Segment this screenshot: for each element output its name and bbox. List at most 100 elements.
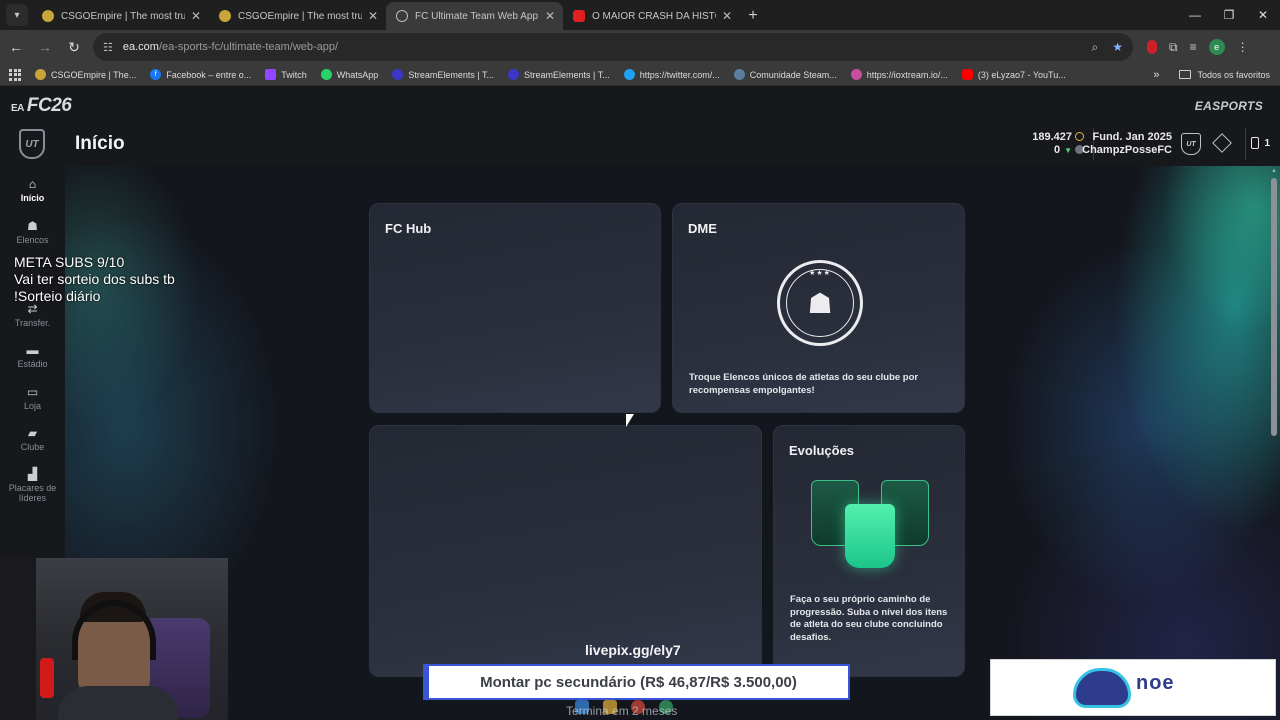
bookmark-streamelements-2[interactable]: StreamElements | T... xyxy=(508,69,610,80)
overlay-line: Vai ter sorteio dos subs tb xyxy=(14,271,175,287)
address-bar[interactable]: ☷ ea.com /ea-sports-fc/ultimate-team/web… xyxy=(93,33,1133,61)
tab-search-button[interactable]: ▾ xyxy=(6,4,28,26)
club-info[interactable]: Fund. Jan 2025 ChampzPosseFC xyxy=(1082,131,1172,157)
extensions-puzzle-icon[interactable]: ⧉ xyxy=(1169,40,1178,55)
sidebar-item-transfer[interactable]: ⇄ Transfer. xyxy=(0,303,65,328)
sidebar-item-label: Estádio xyxy=(17,359,48,369)
minimize-icon[interactable]: — xyxy=(1178,0,1212,30)
tab-youtube[interactable]: O MAIOR CRASH DA HISTÓRIA ✕ xyxy=(563,2,740,30)
sidebar-item-label: Elencos xyxy=(16,235,49,245)
youtube-favicon-icon xyxy=(573,10,585,22)
zoom-icon[interactable]: ⌕ xyxy=(1092,40,1099,55)
new-tab-button[interactable]: + xyxy=(740,3,766,29)
subs-goal-overlay: META SUBS 9/10 Vai ter sorteio dos subs … xyxy=(14,254,175,305)
close-tab-icon[interactable]: ✕ xyxy=(368,9,378,23)
more-bookmarks-icon[interactable]: » xyxy=(1153,69,1159,81)
ut-badge-icon[interactable]: UT xyxy=(19,129,45,159)
bookmark-twitch[interactable]: Twitch xyxy=(265,69,307,80)
all-bookmarks-folder[interactable]: Todos os favoritos xyxy=(1179,70,1270,80)
screen: ▾ CSGOEmpire | The most trusted ✕ CSGOEm… xyxy=(0,0,1280,720)
bookmark-whatsapp[interactable]: WhatsApp xyxy=(320,69,378,80)
steam-icon xyxy=(733,69,745,80)
media-control-icon[interactable]: ≡ xyxy=(1190,40,1197,54)
page-scrollbar[interactable]: ▲ xyxy=(1270,168,1278,720)
sponsor-banner: noe xyxy=(990,659,1276,716)
close-tab-icon[interactable]: ✕ xyxy=(545,9,555,23)
overlay-line: META SUBS 9/10 xyxy=(14,254,125,270)
microphone-icon xyxy=(40,658,54,698)
points-value: 0 xyxy=(1053,144,1061,156)
club-badge-icon[interactable]: UT xyxy=(1181,133,1201,155)
close-tab-icon[interactable]: ✕ xyxy=(191,9,201,23)
overlay-line: !Sorteio diário xyxy=(14,288,101,304)
twitch-icon xyxy=(265,69,277,80)
desc-line: desafios. xyxy=(790,631,832,643)
streamer-webcam xyxy=(0,558,228,720)
mouse-cursor-icon xyxy=(626,414,634,427)
sidebar-item-estadio[interactable]: ▬ Estádio xyxy=(0,344,65,369)
sidebar-item-clube[interactable]: ▰ Clube xyxy=(0,427,65,452)
extension-icon[interactable] xyxy=(1147,40,1157,54)
sidebar-item-label: Clube xyxy=(20,442,45,452)
browser-menu-icon[interactable]: ⋮ xyxy=(1237,40,1249,54)
bookmark-youtube[interactable]: (3) eLyzao7 - YouTu... xyxy=(961,69,1066,80)
home-content: FC Hub DME ★★★ ☗ Troque Elencos únicos d… xyxy=(65,166,1280,720)
sidebar-item-label: Loja xyxy=(23,401,41,411)
emblem-stars: ★★★ xyxy=(809,270,831,277)
bookmark-steam[interactable]: Comunidade Steam... xyxy=(733,69,837,80)
dme-emblem-icon: ★★★ ☗ xyxy=(777,260,863,346)
forward-button[interactable]: → xyxy=(32,34,58,60)
bookmark-streamelements-1[interactable]: StreamElements | T... xyxy=(392,69,494,80)
evolutions-art-icon xyxy=(811,480,929,576)
sidebar-item-leaderboards[interactable]: ▟ Placares de líderes xyxy=(0,468,65,503)
app-header: EA FC26 EASPORTS UT Início 189.427 0 ▼ Fun… xyxy=(0,86,1280,166)
bookmark-label: Twitch xyxy=(281,69,307,80)
bookmark-ioxtream[interactable]: https://ioxtream.io/... xyxy=(850,69,948,80)
card-description: Troque Elencos únicos de atletas do seu … xyxy=(689,372,918,397)
livepix-link: livepix.gg/ely7 xyxy=(585,642,681,658)
rewards-diamond-icon[interactable] xyxy=(1212,133,1232,153)
site-info-icon[interactable]: ☷ xyxy=(103,41,113,54)
evolutions-card[interactable]: Evoluções Faça o seu próprio caminho de … xyxy=(773,425,965,677)
dme-card[interactable]: DME ★★★ ☗ Troque Elencos únicos de atlet… xyxy=(672,203,965,413)
sidebar-item-label: líderes xyxy=(18,493,46,503)
reload-button[interactable]: ↻ xyxy=(61,34,87,60)
tab-fc-web-app[interactable]: FC Ultimate Team Web App - EA ✕ xyxy=(386,2,563,30)
bookmark-label: (3) eLyzao7 - YouTu... xyxy=(977,69,1066,80)
bookmark-facebook[interactable]: f Facebook – entre o... xyxy=(150,69,251,80)
sidebar-item-loja[interactable]: ▭ Loja xyxy=(0,386,65,411)
bookmark-label: Facebook – entre o... xyxy=(166,69,252,80)
header-divider xyxy=(1245,128,1246,160)
back-button[interactable]: ← xyxy=(3,34,29,60)
apps-grid-icon[interactable] xyxy=(9,68,21,81)
close-window-icon[interactable]: ✕ xyxy=(1246,0,1280,30)
currency-display: 189.427 0 ▼ xyxy=(1032,131,1084,157)
elephant-logo-icon xyxy=(1073,668,1131,708)
folder-icon xyxy=(1179,70,1192,79)
bookmark-label: StreamElements | T... xyxy=(524,69,610,80)
bookmark-star-icon[interactable]: ★ xyxy=(1112,40,1123,55)
whatsapp-icon xyxy=(320,69,332,80)
close-tab-icon[interactable]: ✕ xyxy=(722,9,732,23)
bookmark-label: https://ioxtream.io/... xyxy=(866,69,948,80)
sidebar-item-inicio[interactable]: ⌂ Início xyxy=(0,178,65,203)
fc-hub-card[interactable]: FC Hub xyxy=(369,203,661,413)
sidebar-item-elencos[interactable]: ☗ Elencos xyxy=(0,220,65,245)
leaderboards-icon: ▟ xyxy=(27,467,38,481)
bookmarks-bar: CSGOEmpire | The... f Facebook – entre o.… xyxy=(0,64,1280,86)
card-description: Faça o seu próprio caminho de progressão… xyxy=(790,594,947,644)
promo-card[interactable] xyxy=(369,425,762,677)
scrollbar-thumb[interactable] xyxy=(1271,178,1277,436)
inbox-button[interactable]: 1 xyxy=(1251,137,1270,149)
bookmark-csgoempire[interactable]: CSGOEmpire | The... xyxy=(35,69,136,80)
tab-csgoempire-1[interactable]: CSGOEmpire | The most trusted ✕ xyxy=(32,2,209,30)
fc26-logo: EA FC26 xyxy=(11,95,72,117)
card-title: Evoluções xyxy=(789,443,855,458)
tab-csgoempire-2[interactable]: CSGOEmpire | The most trusted ✕ xyxy=(209,2,386,30)
scroll-up-icon[interactable]: ▲ xyxy=(1271,168,1277,174)
tab-title: CSGOEmpire | The most trusted xyxy=(238,10,362,22)
restore-icon[interactable]: ❐ xyxy=(1212,0,1246,30)
page-title: Início xyxy=(75,133,125,154)
bookmark-twitter[interactable]: https://twitter.com/... xyxy=(623,69,720,80)
profile-avatar[interactable]: e xyxy=(1208,39,1225,55)
